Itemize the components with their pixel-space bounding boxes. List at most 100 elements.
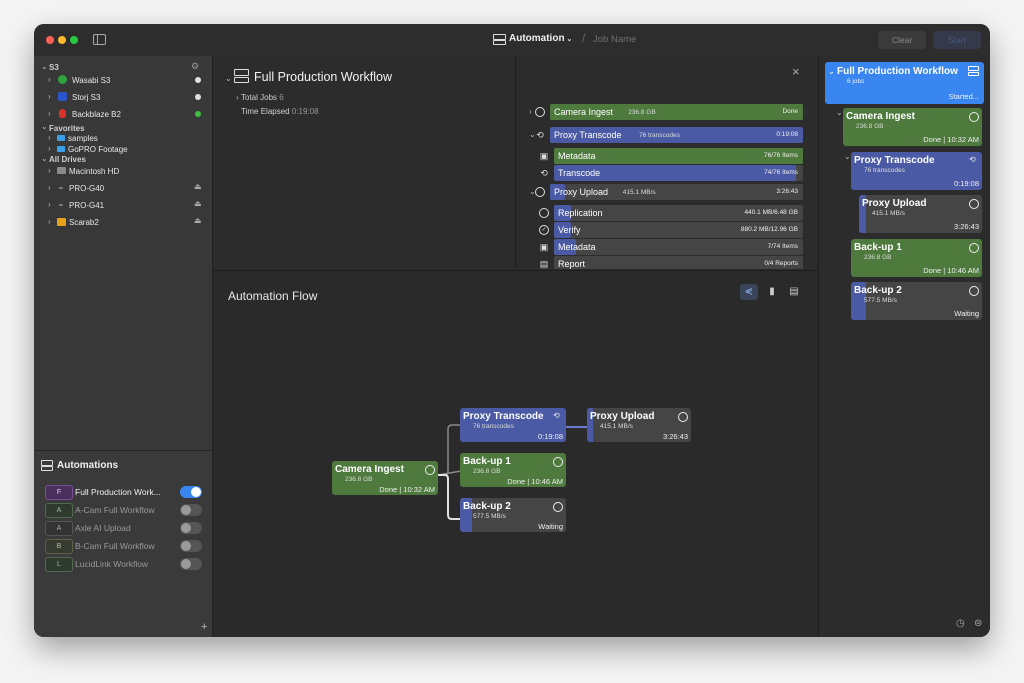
job-row[interactable]: ⌄ Proxy Upload 415.1 MB/s 3:26:43: [516, 184, 817, 200]
eject-icon[interactable]: ⏏: [194, 182, 202, 191]
job-label: Replication: [558, 208, 603, 218]
sidebar-item-macintosh-hd[interactable]: › Macintosh HD: [34, 164, 212, 178]
chevron-right-icon[interactable]: ›: [48, 92, 51, 101]
flow-node-backup-2[interactable]: Back-up 2 577.5 MB/s Waiting: [460, 498, 566, 532]
sidebar-item-label: Wasabi S3: [72, 76, 111, 85]
close-window-button[interactable]: [46, 36, 54, 44]
automation-item[interactable]: A A-Cam Full Workflow: [34, 502, 212, 518]
node-title: Back-up 2: [463, 501, 511, 512]
storj-icon: [58, 92, 67, 101]
progress-track: Report 0/4 Reports: [554, 256, 803, 269]
toggle-knob: [181, 505, 191, 515]
sidebar-item-scarab2[interactable]: › Scarab2 ⏏: [34, 215, 212, 229]
chevron-down-icon[interactable]: ⌄: [836, 108, 843, 117]
chevron-right-icon[interactable]: ›: [48, 217, 51, 226]
automation-item[interactable]: B B-Cam Full Workflow: [34, 538, 212, 554]
zoom-window-button[interactable]: [70, 36, 78, 44]
flow-node-proxy-upload[interactable]: Proxy Upload 415.1 MB/s 3:26:43: [587, 408, 691, 442]
sidebar-item-samples[interactable]: › samples: [34, 133, 212, 144]
job-label: Camera Ingest: [554, 107, 614, 117]
sidebar-item-pro-g40[interactable]: › PRO-G40 ⏏: [34, 181, 212, 195]
chevron-right-icon[interactable]: ›: [48, 166, 51, 175]
chevron-right-icon[interactable]: ›: [48, 133, 51, 142]
node-sub: 415.1 MB/s: [600, 423, 633, 430]
chevron-right-icon[interactable]: ›: [529, 107, 532, 116]
sidebar-item-storj-s3[interactable]: › Storj S3: [34, 90, 212, 104]
card-title: Proxy Upload: [862, 198, 927, 209]
eject-icon[interactable]: ⏏: [194, 199, 202, 208]
automation-label: A-Cam Full Workflow: [75, 505, 155, 515]
automation-item[interactable]: F Full Production Work...: [34, 484, 212, 500]
progress-track: Proxy Upload 415.1 MB/s 3:26:43: [550, 184, 803, 200]
job-label: Metadata: [558, 151, 596, 161]
add-automation-button[interactable]: +: [201, 621, 207, 633]
job-value: 7/74 Items: [767, 243, 798, 250]
node-sub: 577.5 MB/s: [473, 513, 506, 520]
queue-card-backup-1[interactable]: Back-up 1 236.8 GB Done | 10:46 AM: [851, 239, 982, 277]
sidebar-item-backblaze-b2[interactable]: › Backblaze B2: [34, 107, 212, 121]
chevron-right-icon[interactable]: ›: [48, 75, 51, 84]
automation-toggle[interactable]: [180, 504, 202, 516]
automation-toggle[interactable]: [180, 486, 202, 498]
automation-toggle[interactable]: [180, 522, 202, 534]
chevron-right-icon[interactable]: ›: [236, 93, 239, 102]
gear-icon[interactable]: ⚙: [191, 61, 199, 72]
chevron-right-icon[interactable]: ›: [48, 109, 51, 118]
chevron-down-icon[interactable]: ⌄: [41, 154, 48, 163]
job-row[interactable]: ✓ Verify 880.2 MB/12.96 GB: [516, 222, 817, 238]
minimize-window-button[interactable]: [58, 36, 66, 44]
automation-item[interactable]: A Axle AI Upload: [34, 520, 212, 536]
chevron-down-icon[interactable]: ⌄: [41, 122, 48, 131]
card-status: Done | 10:46 AM: [923, 266, 979, 275]
flow-node-camera-ingest[interactable]: Camera Ingest 236.8 GB Done | 10:32 AM: [332, 461, 438, 495]
node-status: 3:26:43: [662, 432, 688, 441]
queue-header-card[interactable]: ⌄ Full Production Workflow 6 jobs Starte…: [825, 62, 984, 104]
automation-menu[interactable]: Automation ⌄: [509, 33, 572, 44]
history-icon[interactable]: ◷: [956, 618, 965, 629]
clear-button[interactable]: Clear: [878, 31, 926, 49]
job-row[interactable]: ⟲ Transcode 74/76 Items: [516, 165, 817, 181]
queue-card-camera-ingest[interactable]: Camera Ingest 236.8 GB Done | 10:32 AM: [843, 108, 982, 146]
sidebar-toggle-icon[interactable]: [93, 34, 106, 45]
chevron-down-icon[interactable]: ⌄: [828, 67, 835, 76]
start-button[interactable]: Start: [933, 31, 981, 49]
path-separator: /: [582, 31, 586, 45]
sidebar-item-label: samples: [68, 134, 98, 143]
automation-toggle[interactable]: [180, 540, 202, 552]
job-row[interactable]: ▤ Report 0/4 Reports: [516, 256, 817, 269]
chevron-right-icon[interactable]: ›: [48, 200, 51, 209]
job-name-field[interactable]: Job Name: [593, 34, 636, 45]
sidebar-item-gopro-footage[interactable]: › GoPRO Footage: [34, 144, 212, 155]
job-row[interactable]: Replication 440.1 MB/6.48 GB: [516, 205, 817, 221]
node-title: Proxy Upload: [590, 411, 655, 422]
flow-node-backup-1[interactable]: Back-up 1 236.8 GB Done | 10:46 AM: [460, 453, 566, 487]
automation-label: LucidLink Workflow: [75, 559, 149, 569]
chevron-right-icon[interactable]: ›: [48, 183, 51, 192]
job-row[interactable]: ▣ Metadata 76/76 Items: [516, 148, 817, 164]
chevron-right-icon[interactable]: ›: [48, 144, 51, 153]
main-area: ⌄ Full Production Workflow › Total Jobs …: [213, 56, 817, 637]
chevron-down-icon[interactable]: ⌄: [41, 62, 48, 71]
sidebar-item-wasabi-s3[interactable]: › Wasabi S3: [34, 73, 212, 87]
job-sub: 236.8 GB: [628, 109, 656, 116]
flow-node-proxy-transcode[interactable]: Proxy Transcode ⟲ 76 transcodes 0:19:08: [460, 408, 566, 442]
job-row[interactable]: ▣ Metadata 7/74 Items: [516, 239, 817, 255]
status-dot: [195, 94, 201, 100]
list-icon[interactable]: ⊜: [974, 618, 982, 629]
job-row[interactable]: › Camera Ingest 236.8 GB Done: [516, 104, 817, 120]
chevron-down-icon[interactable]: ⌄: [225, 74, 232, 83]
chevron-down-icon[interactable]: ⌄: [844, 152, 851, 161]
app-window: Automation ⌄ / Job Name Clear Start ⌄ S3…: [34, 24, 990, 637]
eject-icon[interactable]: ⏏: [194, 216, 202, 225]
job-value: 0:19:08: [776, 131, 798, 138]
automation-item[interactable]: L LucidLink Workflow: [34, 556, 212, 572]
job-row[interactable]: ⌄ ⟲ Proxy Transcode 76 transcodes 0:19:08: [516, 127, 817, 143]
queue-card-proxy-upload[interactable]: Proxy Upload 415.1 MB/s 3:26:43: [859, 195, 982, 233]
queue-card-backup-2[interactable]: Back-up 2 577.5 MB/s Waiting: [851, 282, 982, 320]
automation-toggle[interactable]: [180, 558, 202, 570]
node-status: 0:19:08: [537, 432, 563, 441]
queue-card-proxy-transcode[interactable]: Proxy Transcode ⟲ 76 transcodes 0:19:08: [851, 152, 982, 190]
card-status: Waiting: [954, 309, 979, 318]
sidebar-item-pro-g41[interactable]: › PRO-G41 ⏏: [34, 198, 212, 212]
job-queue-panel: ⌄ Full Production Workflow 6 jobs Starte…: [818, 56, 990, 637]
